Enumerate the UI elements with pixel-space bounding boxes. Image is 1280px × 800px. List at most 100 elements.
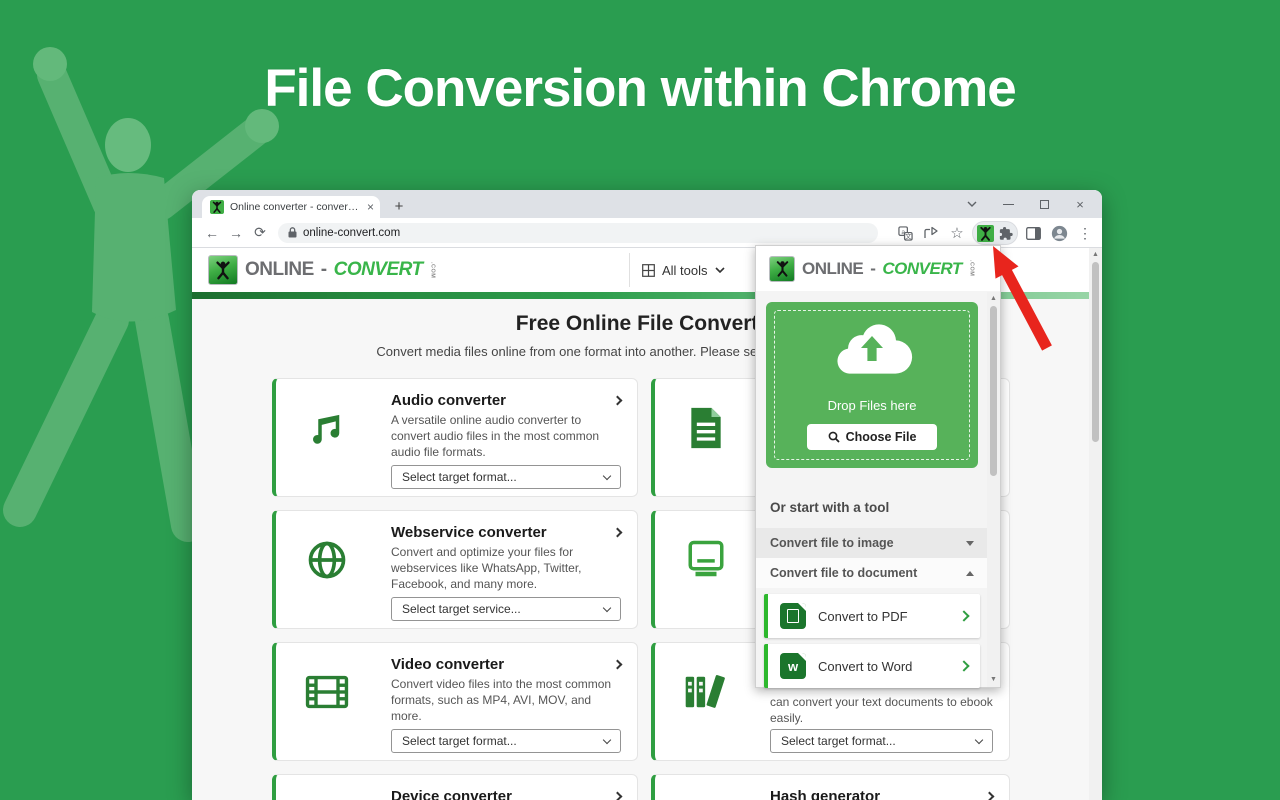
online-convert-logo-icon (208, 255, 238, 285)
extension-popup: ONLINE-CONVERT .COM Drop Files here Choo… (755, 245, 1001, 688)
tab-title: Online converter - convert video, (230, 201, 361, 213)
logo-dash: - (870, 259, 875, 279)
all-tools-menu[interactable]: All tools (642, 248, 725, 292)
grid-icon (642, 264, 655, 277)
audio-target-format-select[interactable]: Select target format... (391, 465, 621, 489)
chevron-right-icon (613, 396, 623, 406)
ebook-target-format-select[interactable]: Select target format... (770, 729, 993, 753)
document-icon (673, 395, 739, 461)
share-icon[interactable] (920, 222, 942, 244)
site-favicon (210, 200, 224, 214)
video-converter-card[interactable]: Video converter Convert video files into… (272, 642, 638, 761)
chevron-right-icon (985, 792, 995, 800)
card-title: Audio converter (391, 392, 506, 409)
tab-close-icon[interactable]: × (367, 201, 374, 213)
logo-text-online: ONLINE (802, 259, 863, 279)
chevron-right-icon (613, 528, 623, 538)
video-target-format-select[interactable]: Select target format... (391, 729, 621, 753)
scrollbar-thumb[interactable] (1092, 262, 1099, 442)
choose-file-label: Choose File (846, 430, 917, 444)
search-icon (828, 431, 840, 443)
cloud-upload-icon (830, 316, 914, 374)
card-description: Convert video files into the most common… (391, 677, 621, 724)
window-maximize-button[interactable] (1026, 190, 1062, 218)
tool-item-label: Convert to Word (818, 659, 948, 674)
hash-generator-card[interactable]: # Hash generator (651, 774, 1010, 800)
caret-up-icon (966, 571, 974, 576)
logo-text-online: ONLINE (245, 259, 314, 281)
computer-icon (673, 527, 739, 593)
convert-to-pdf-item[interactable]: Convert to PDF (764, 594, 980, 638)
convert-to-word-item[interactable]: w Convert to Word (764, 644, 980, 688)
new-tab-button[interactable]: + (388, 195, 410, 217)
film-icon (294, 659, 360, 725)
chevron-down-icon (715, 267, 725, 273)
accordion-label: Convert file to document (770, 566, 917, 580)
select-placeholder: Select target format... (402, 734, 604, 748)
card-description: A versatile online audio converter to co… (391, 413, 621, 460)
browser-titlebar: Online converter - convert video, × + × (192, 190, 1102, 218)
choose-file-button[interactable]: Choose File (807, 424, 937, 450)
audio-converter-card[interactable]: Audio converter A versatile online audio… (272, 378, 638, 497)
books-icon (673, 659, 739, 725)
address-bar[interactable]: online-convert.com (278, 223, 878, 243)
scrollbar-up-icon[interactable]: ▲ (1089, 250, 1102, 260)
webservice-converter-card[interactable]: Webservice converter Convert and optimiz… (272, 510, 638, 629)
red-annotation-arrow (975, 240, 1065, 360)
chevron-right-icon (613, 792, 623, 800)
webservice-target-select[interactable]: Select target service... (391, 597, 621, 621)
extensions-puzzle-icon[interactable] (998, 226, 1013, 241)
card-title: Device converter (391, 788, 512, 800)
accordion-convert-to-document[interactable]: Convert file to document (756, 558, 988, 588)
card-title: Hash generator (770, 788, 880, 800)
chevron-right-icon (613, 660, 623, 670)
drop-files-zone[interactable]: Drop Files here Choose File (766, 302, 978, 468)
logo-text-convert: CONVERT (334, 259, 423, 281)
reload-icon[interactable]: ⟳ (248, 224, 272, 241)
window-close-button[interactable]: × (1062, 190, 1098, 218)
select-placeholder: Select target format... (402, 470, 604, 484)
logo-tld: .COM (430, 262, 436, 278)
popup-logo: ONLINE-CONVERT .COM (769, 256, 975, 282)
lock-icon (288, 227, 297, 238)
chevron-right-icon (958, 610, 969, 621)
svg-text:文: 文 (905, 231, 912, 240)
hero-title: File Conversion within Chrome (0, 58, 1280, 119)
card-title: Webservice converter (391, 524, 547, 541)
pdf-file-icon (780, 603, 806, 629)
device-icon (294, 791, 360, 800)
card-title: Video converter (391, 656, 504, 673)
back-icon[interactable]: ← (200, 225, 224, 241)
or-start-heading: Or start with a tool (770, 500, 889, 515)
browser-menu-dots-icon[interactable]: ⋮ (1074, 222, 1096, 244)
site-logo[interactable]: ONLINE-CONVERT .COM (208, 255, 436, 285)
browser-tab[interactable]: Online converter - convert video, × (202, 196, 380, 218)
card-description: Convert and optimize your files for webs… (391, 545, 621, 592)
caret-down-icon (966, 541, 974, 546)
page-scrollbar[interactable]: ▲ (1089, 248, 1102, 800)
music-note-icon (294, 395, 360, 461)
translate-icon[interactable]: a文 (894, 222, 916, 244)
logo-dash: - (321, 259, 327, 281)
header-divider (629, 253, 630, 287)
window-menu-chevron-icon[interactable] (954, 190, 990, 218)
hash-icon: # (673, 791, 739, 800)
card-description: can convert your text documents to ebook… (770, 695, 993, 727)
tool-item-label: Convert to PDF (818, 609, 948, 624)
bookmark-star-icon[interactable]: ☆ (946, 222, 968, 244)
accordion-convert-to-image[interactable]: Convert file to image (756, 528, 988, 558)
select-placeholder: Select target format... (781, 734, 976, 748)
globe-icon (294, 527, 360, 593)
chevron-right-icon (958, 660, 969, 671)
forward-icon[interactable]: → (224, 225, 248, 241)
drop-files-label: Drop Files here (766, 398, 978, 413)
device-converter-card[interactable]: Device converter (272, 774, 638, 800)
scrollbar-down-icon[interactable]: ▼ (987, 675, 1000, 685)
address-url: online-convert.com (303, 227, 400, 239)
logo-tld: .COM (969, 260, 975, 276)
window-minimize-button[interactable] (990, 190, 1026, 218)
logo-text-convert: CONVERT (882, 259, 961, 279)
popup-header: ONLINE-CONVERT .COM (756, 246, 1000, 291)
select-placeholder: Select target service... (402, 602, 604, 616)
online-convert-extension-icon[interactable] (977, 225, 994, 242)
